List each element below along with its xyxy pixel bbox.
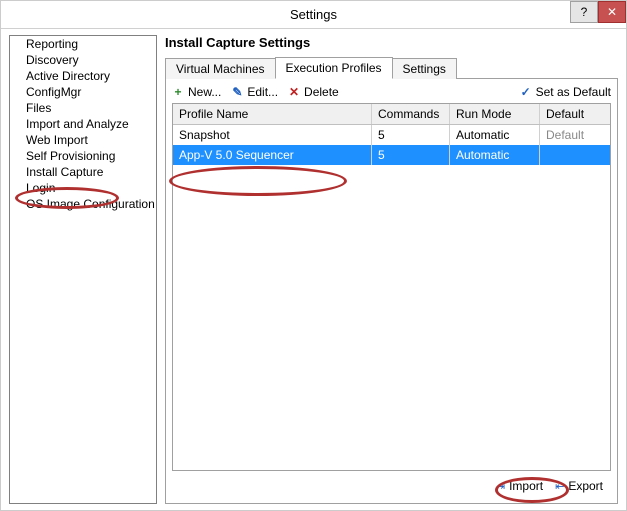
grid-header: Profile Name Commands Run Mode Default <box>173 104 610 125</box>
sidebar-item-self-provisioning[interactable]: Self Provisioning <box>10 148 156 164</box>
tab-panel-execution-profiles: + New... ✎ Edit... ✕ Delete ✓ Set as Def… <box>165 79 618 504</box>
sidebar-item-login[interactable]: Login <box>10 180 156 196</box>
cell-default <box>540 145 610 165</box>
tab-settings[interactable]: Settings <box>392 58 457 79</box>
sidebar-item-active-directory[interactable]: Active Directory <box>10 68 156 84</box>
page-title: Install Capture Settings <box>165 35 618 50</box>
settings-tree: Reporting Discovery Active Directory Con… <box>9 35 157 504</box>
main-panel: Install Capture Settings Virtual Machine… <box>165 35 618 504</box>
export-button[interactable]: ⇤ Export <box>555 479 603 493</box>
profiles-grid: Profile Name Commands Run Mode Default S… <box>172 103 611 471</box>
set-default-button[interactable]: ✓ Set as Default <box>520 85 611 99</box>
cell-profile-name: Snapshot <box>173 125 372 145</box>
close-button[interactable]: ✕ <box>598 1 626 23</box>
tab-virtual-machines[interactable]: Virtual Machines <box>165 58 276 79</box>
import-icon: ⇥ <box>496 480 505 493</box>
table-row[interactable]: Snapshot 5 Automatic Default <box>173 125 610 145</box>
export-button-label: Export <box>568 479 603 493</box>
col-header-default[interactable]: Default <box>540 104 610 124</box>
col-header-run-mode[interactable]: Run Mode <box>450 104 540 124</box>
help-icon: ? <box>581 0 588 26</box>
cell-run-mode: Automatic <box>450 125 540 145</box>
delete-button[interactable]: ✕ Delete <box>288 85 339 99</box>
cell-profile-name: App-V 5.0 Sequencer <box>173 145 372 165</box>
grid-body: Snapshot 5 Automatic Default App-V 5.0 S… <box>173 125 610 470</box>
new-button-label: New... <box>188 85 221 99</box>
cell-commands: 5 <box>372 145 450 165</box>
sidebar-item-configmgr[interactable]: ConfigMgr <box>10 84 156 100</box>
help-button[interactable]: ? <box>570 1 598 23</box>
delete-button-label: Delete <box>304 85 339 99</box>
pencil-icon: ✎ <box>231 85 243 99</box>
edit-button[interactable]: ✎ Edit... <box>231 85 278 99</box>
cross-icon: ✕ <box>288 85 300 99</box>
cell-run-mode: Automatic <box>450 145 540 165</box>
col-header-profile-name[interactable]: Profile Name <box>173 104 372 124</box>
footer-toolbar: ⇥ Import ⇤ Export <box>172 471 611 497</box>
import-button[interactable]: ⇥ Import <box>496 479 543 493</box>
toolbar: + New... ✎ Edit... ✕ Delete ✓ Set as Def… <box>172 85 611 99</box>
tabstrip: Virtual Machines Execution Profiles Sett… <box>165 56 618 79</box>
new-button[interactable]: + New... <box>172 85 221 99</box>
sidebar-item-os-image-config[interactable]: OS Image Configuration <box>10 196 156 212</box>
window-title: Settings <box>290 7 337 22</box>
sidebar-item-install-capture[interactable]: Install Capture <box>10 164 156 180</box>
import-button-label: Import <box>509 479 543 493</box>
cell-commands: 5 <box>372 125 450 145</box>
edit-button-label: Edit... <box>247 85 278 99</box>
sidebar-item-files[interactable]: Files <box>10 100 156 116</box>
close-icon: ✕ <box>607 0 617 26</box>
cell-default: Default <box>540 125 610 145</box>
tab-execution-profiles[interactable]: Execution Profiles <box>275 57 393 79</box>
sidebar-item-reporting[interactable]: Reporting <box>10 36 156 52</box>
sidebar-item-discovery[interactable]: Discovery <box>10 52 156 68</box>
plus-icon: + <box>172 85 184 99</box>
check-icon: ✓ <box>520 85 532 99</box>
table-row[interactable]: App-V 5.0 Sequencer 5 Automatic <box>173 145 610 165</box>
export-icon: ⇤ <box>555 480 564 493</box>
sidebar-item-import-analyze[interactable]: Import and Analyze <box>10 116 156 132</box>
sidebar-item-web-import[interactable]: Web Import <box>10 132 156 148</box>
set-default-button-label: Set as Default <box>536 85 611 99</box>
titlebar: Settings ? ✕ <box>1 1 626 29</box>
col-header-commands[interactable]: Commands <box>372 104 450 124</box>
